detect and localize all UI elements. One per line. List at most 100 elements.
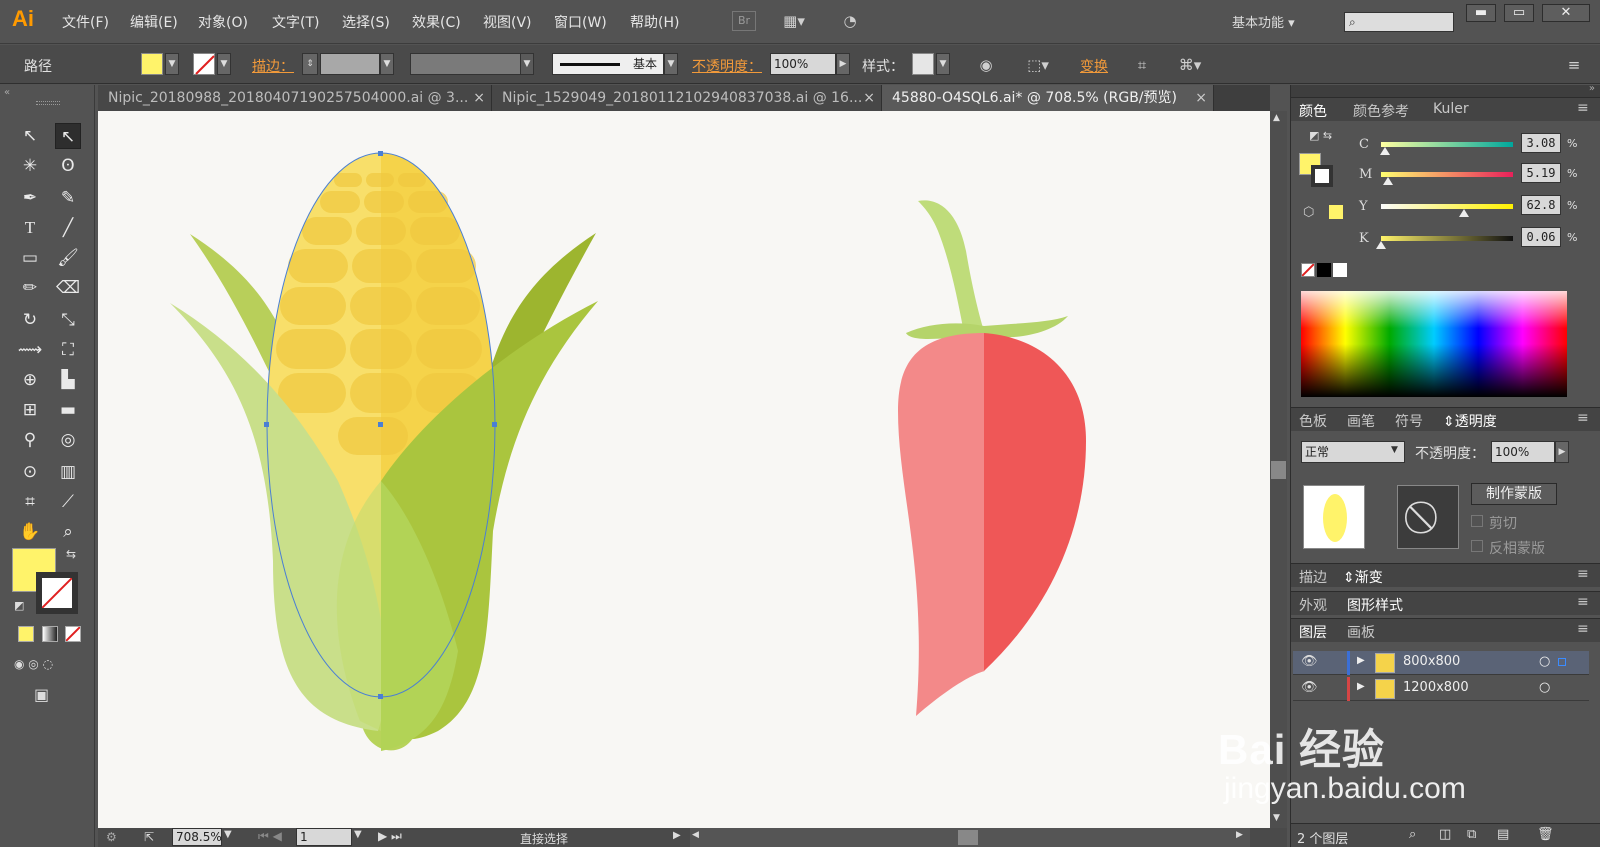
clip-checkbox[interactable] <box>1471 515 1483 527</box>
grip-icon[interactable] <box>36 101 60 105</box>
draw-modes-icon[interactable]: ◉ ◎ ◌ <box>14 657 84 675</box>
channel-m-slider[interactable] <box>1381 172 1513 177</box>
perspective-grid-tool-icon[interactable]: ▙ <box>55 367 81 393</box>
channel-y-value[interactable]: 62.8 <box>1521 195 1561 215</box>
scroll-left-icon[interactable]: ◀ <box>692 830 699 840</box>
rectangle-tool-icon[interactable]: ▭ <box>17 245 43 271</box>
menu-file[interactable]: 文件(F) <box>62 12 109 32</box>
search-input[interactable]: ⌕ <box>1344 12 1454 32</box>
opacity-field[interactable]: 100% <box>770 53 836 75</box>
menu-edit[interactable]: 编辑(E) <box>130 12 178 32</box>
tab-gradient[interactable]: ⇕渐变 <box>1343 567 1383 587</box>
pencil-tool-icon[interactable]: ✏ <box>17 275 43 301</box>
scroll-thumb[interactable] <box>1271 461 1286 479</box>
zoom-dropdown-icon[interactable]: ▼ <box>224 829 232 840</box>
close-button[interactable]: ✕ <box>1542 4 1590 22</box>
recolor-artwork-icon[interactable]: ◉ <box>972 53 1000 77</box>
menu-view[interactable]: 视图(V) <box>483 12 532 32</box>
style-dropdown-icon[interactable]: ▼ <box>936 53 950 75</box>
new-layer-icon[interactable]: ▤ <box>1497 827 1509 842</box>
white-swatch[interactable] <box>1333 263 1347 277</box>
layer-name[interactable]: 1200x800 <box>1403 680 1469 695</box>
next-artboard-icon[interactable]: ▶ ⏭ <box>378 829 402 844</box>
width-tool-icon[interactable]: ⟿ <box>17 337 43 363</box>
variable-width-dropdown-icon[interactable]: ▼ <box>520 53 534 75</box>
blend-mode-dropdown-icon[interactable]: ▼ <box>1391 445 1398 455</box>
fill-swatch[interactable] <box>141 53 163 75</box>
panel-menu-icon[interactable]: ≡ <box>1577 100 1589 116</box>
channel-y-slider[interactable] <box>1381 204 1513 209</box>
expand-arrow-icon[interactable]: ▶ <box>1357 681 1365 692</box>
delete-layer-icon[interactable]: 🗑 <box>1537 827 1554 842</box>
close-tab-icon[interactable]: × <box>1195 85 1207 111</box>
opacity-arrow-icon[interactable]: ▶ <box>836 53 850 75</box>
tab-symbols[interactable]: 符号 <box>1395 411 1423 431</box>
target-icon[interactable]: ○ <box>1539 654 1550 669</box>
magic-wand-tool-icon[interactable]: ✳ <box>17 153 43 179</box>
variable-width-field[interactable] <box>410 53 522 75</box>
status-menu-icon[interactable]: ▶ <box>673 830 681 841</box>
expand-arrow-icon[interactable]: ▶ <box>1357 655 1365 666</box>
direct-selection-tool-icon[interactable]: ↖ <box>55 123 81 149</box>
curvature-tool-icon[interactable]: ✎ <box>55 185 81 211</box>
color-panel-stroke[interactable] <box>1311 165 1333 187</box>
tab-artboards[interactable]: 画板 <box>1347 622 1375 642</box>
layer-name[interactable]: 800x800 <box>1403 654 1460 669</box>
close-tab-icon[interactable]: × <box>863 85 875 111</box>
scroll-down-icon[interactable]: ▼ <box>1273 813 1280 823</box>
stroke-label[interactable]: 描边： <box>252 56 294 76</box>
tab-appearance[interactable]: 外观 <box>1299 595 1327 615</box>
tab-document-3[interactable]: 45880-O4SQL6.ai* @ 708.5% (RGB/预览) × <box>882 85 1214 111</box>
black-swatch[interactable] <box>1317 263 1331 277</box>
tab-graphic-styles[interactable]: 图形样式 <box>1347 595 1403 615</box>
swap-fill-stroke-icon[interactable]: ◩ ⇆ <box>1309 129 1332 142</box>
selection-tool-icon[interactable]: ↖ <box>17 123 43 149</box>
menu-object[interactable]: 对象(O) <box>198 12 248 32</box>
menu-window[interactable]: 窗口(W) <box>554 12 607 32</box>
channel-k-value[interactable]: 0.06 <box>1521 227 1561 247</box>
tab-color-guide[interactable]: 颜色参考 <box>1353 101 1409 121</box>
stroke-dropdown-icon[interactable]: ▼ <box>217 53 231 75</box>
layer-row[interactable]: 👁 ▶ 1200x800 ○ <box>1293 677 1589 701</box>
free-transform-tool-icon[interactable]: ⛶ <box>55 337 81 363</box>
h-scroll-thumb[interactable] <box>958 830 978 845</box>
horizontal-scrollbar[interactable]: ◀ ▶ <box>690 828 1250 847</box>
tab-document-1[interactable]: Nipic_20180988_20180407190257504000.ai @… <box>98 85 492 111</box>
locate-object-icon[interactable]: ⌕ <box>1409 827 1416 842</box>
out-of-gamut-icon[interactable]: ⬡ <box>1303 205 1314 220</box>
maximize-button[interactable]: ▭ <box>1504 4 1534 22</box>
swap-colors-icon[interactable]: ⇆ <box>66 547 76 561</box>
paintbrush-tool-icon[interactable]: 🖌 <box>55 245 81 271</box>
tab-kuler[interactable]: Kuler <box>1433 101 1469 117</box>
brush-dropdown-icon[interactable]: ▼ <box>664 53 678 75</box>
arrange-documents-icon[interactable]: ▦▾ <box>780 9 808 33</box>
artboard-dropdown-icon[interactable]: ▼ <box>354 829 362 840</box>
stroke-weight-dropdown-icon[interactable]: ▼ <box>380 53 394 75</box>
gpu-performance-icon[interactable]: ◔ <box>836 9 864 33</box>
gradient-tool-icon[interactable]: ▬ <box>55 397 81 423</box>
channel-k-slider[interactable] <box>1381 236 1513 241</box>
fill-dropdown-icon[interactable]: ▼ <box>165 53 179 75</box>
tab-color[interactable]: 颜色 <box>1299 101 1327 121</box>
scroll-up-icon[interactable]: ▲ <box>1273 113 1280 123</box>
type-tool-icon[interactable]: T <box>17 215 43 241</box>
style-swatch[interactable] <box>912 53 934 75</box>
shape-builder-tool-icon[interactable]: ⊕ <box>17 367 43 393</box>
scale-tool-icon[interactable]: ⤡ <box>55 307 81 333</box>
none-mode-icon[interactable] <box>65 626 81 642</box>
menu-help[interactable]: 帮助(H) <box>630 12 679 32</box>
column-graph-tool-icon[interactable]: ▥ <box>55 459 81 485</box>
panel-menu-icon[interactable]: ≡ <box>1577 621 1589 637</box>
new-sublayer-icon[interactable]: ⧉ <box>1467 827 1476 842</box>
color-spectrum[interactable] <box>1301 291 1567 397</box>
tab-layers[interactable]: 图层 <box>1299 622 1327 642</box>
menu-select[interactable]: 选择(S) <box>342 12 390 32</box>
selection-indicator[interactable] <box>1558 658 1566 666</box>
artboard-number-field[interactable]: 1 <box>296 828 352 846</box>
panel-menu-icon[interactable]: ≡ <box>1577 594 1589 610</box>
channel-c-value[interactable]: 3.08 <box>1521 133 1561 153</box>
visibility-eye-icon[interactable]: 👁 <box>1301 654 1318 669</box>
lasso-tool-icon[interactable]: ʘ <box>55 153 81 179</box>
zoom-field[interactable]: 708.5% <box>172 828 222 846</box>
slider-thumb-k[interactable] <box>1376 241 1386 249</box>
